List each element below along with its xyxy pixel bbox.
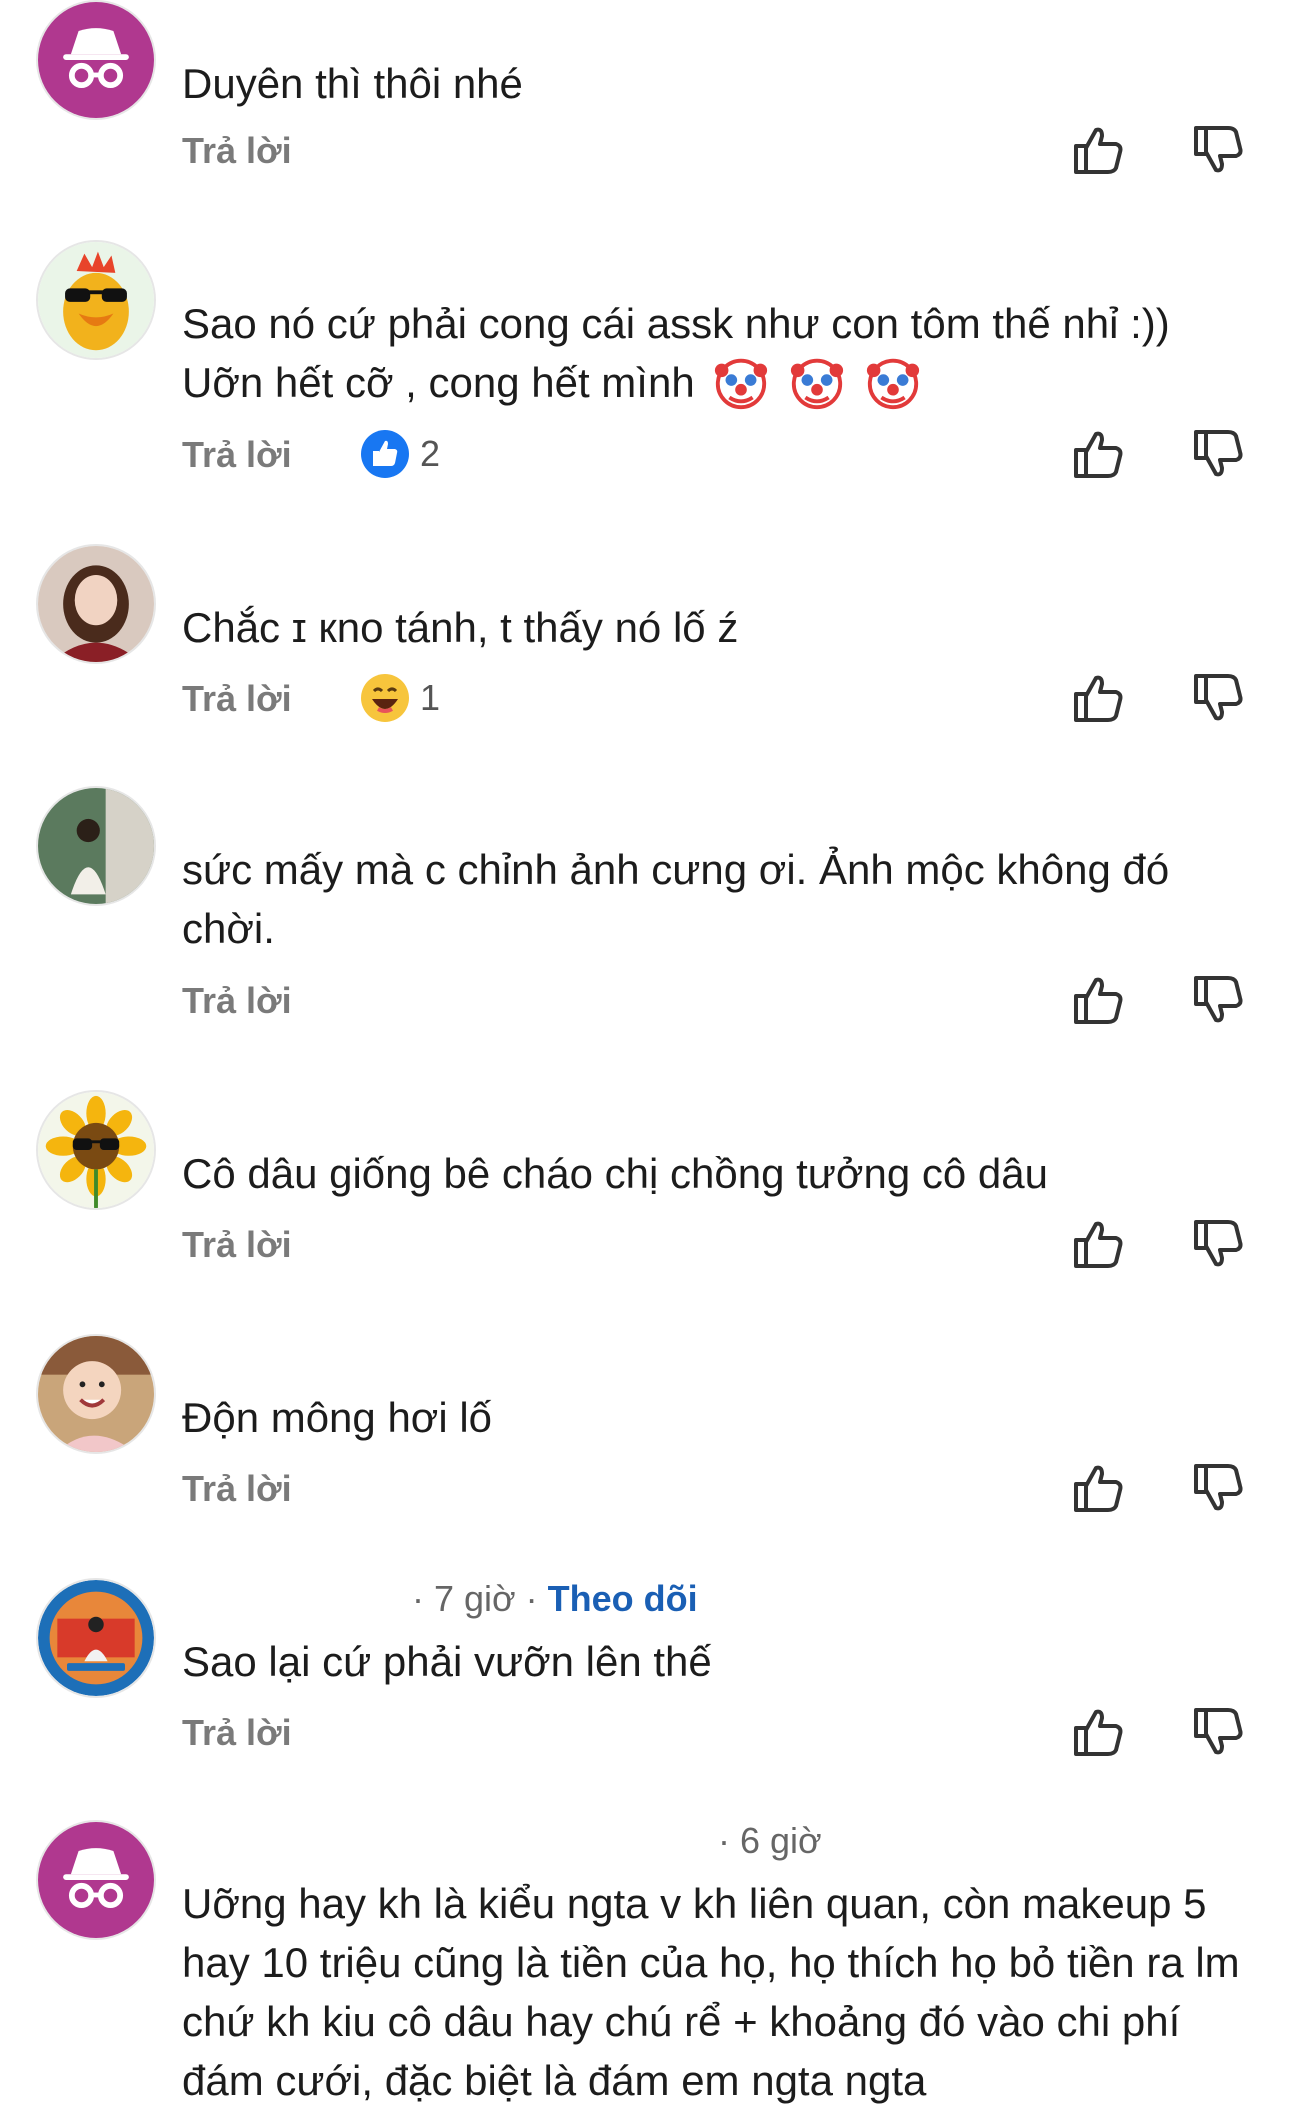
comment-text: Sao nó cứ phải cong cái assk như con tôm… <box>182 294 1262 412</box>
clown-face-emoji <box>864 353 922 411</box>
like-reaction-icon <box>361 430 409 478</box>
comment-time: · 6 giờ <box>718 1820 822 1861</box>
thumbs-up-icon[interactable] <box>1070 670 1126 726</box>
reply-button[interactable]: Trả lời <box>182 980 292 1022</box>
duck-sunglasses-avatar <box>38 242 154 358</box>
comment-text: Uỡng hay kh là kiểu ngta v kh liên quan,… <box>182 1880 1240 2104</box>
comment-text: Chắc ɪ кno tánh, t thấy nó lố ź <box>182 604 739 651</box>
thumbs-up-icon[interactable] <box>1070 1704 1126 1760</box>
thumbs-down-icon[interactable] <box>1190 1704 1246 1760</box>
incognito-icon <box>38 2 154 118</box>
comment-text: Duyên thì thôi nhé <box>182 60 523 107</box>
clown-face-emoji <box>712 353 770 411</box>
sunflower-sunglasses-avatar <box>38 1092 154 1208</box>
thumbs-down-icon[interactable] <box>1190 972 1246 1028</box>
avatar[interactable] <box>36 0 156 120</box>
thumbs-up-icon[interactable] <box>1070 426 1126 482</box>
comment-text: Cô dâu giống bê cháo chị chồng tưởng cô … <box>182 1150 1048 1197</box>
reply-button[interactable]: Trả lời <box>182 434 292 476</box>
comment-meta: · 7 giờ · Theo dõi <box>182 1578 698 1620</box>
thumbs-up-icon[interactable] <box>1070 972 1126 1028</box>
woman-photo-avatar <box>38 546 154 662</box>
reaction-summary[interactable]: 2 <box>360 428 440 480</box>
reply-button[interactable]: Trả lời <box>182 1468 292 1510</box>
woman-room-photo-avatar <box>38 788 154 904</box>
thumbs-down-icon[interactable] <box>1190 1460 1246 1516</box>
reply-button[interactable]: Trả lời <box>182 1224 292 1266</box>
reaction-count: 1 <box>420 677 441 718</box>
thumbs-up-icon[interactable] <box>1070 122 1126 178</box>
follow-link[interactable]: Theo dõi <box>548 1578 698 1619</box>
reaction-count: 2 <box>420 433 441 474</box>
thumbs-down-icon[interactable] <box>1190 122 1246 178</box>
reply-button[interactable]: Trả lời <box>182 130 292 172</box>
reaction-summary[interactable]: 1 <box>360 672 440 724</box>
clown-face-emoji <box>788 353 846 411</box>
avatar[interactable] <box>36 1090 156 1210</box>
comment-meta: · 6 giờ <box>182 1820 822 1862</box>
comment-time: · 7 giờ · <box>412 1578 538 1619</box>
avatar[interactable] <box>36 786 156 906</box>
avatar[interactable] <box>36 240 156 360</box>
comment-text-body: Sao nó cứ phải cong cái assk như con tôm… <box>182 300 1170 406</box>
avatar[interactable] <box>36 1578 156 1698</box>
graduation-badge-avatar <box>38 1580 154 1696</box>
comment-text: Độn mông hơi lố <box>182 1394 493 1441</box>
reply-button[interactable]: Trả lời <box>182 1712 292 1754</box>
comment-text: Sao lại cứ phải vưỡn lên thế <box>182 1638 712 1685</box>
thumbs-down-icon[interactable] <box>1190 1216 1246 1272</box>
avatar[interactable] <box>36 544 156 664</box>
thumbs-up-icon[interactable] <box>1070 1216 1126 1272</box>
laughing-reaction-icon <box>361 674 409 722</box>
reply-button[interactable]: Trả lời <box>182 678 292 720</box>
baby-photo-avatar <box>38 1336 154 1452</box>
thumbs-down-icon[interactable] <box>1190 670 1246 726</box>
thumbs-up-icon[interactable] <box>1070 1460 1126 1516</box>
thumbs-down-icon[interactable] <box>1190 426 1246 482</box>
avatar[interactable] <box>36 1820 156 1940</box>
comment-text: sức mấy mà c chỉnh ảnh cưng ơi. Ảnh mộc … <box>182 846 1170 952</box>
avatar[interactable] <box>36 1334 156 1454</box>
incognito-icon <box>38 1822 154 1938</box>
